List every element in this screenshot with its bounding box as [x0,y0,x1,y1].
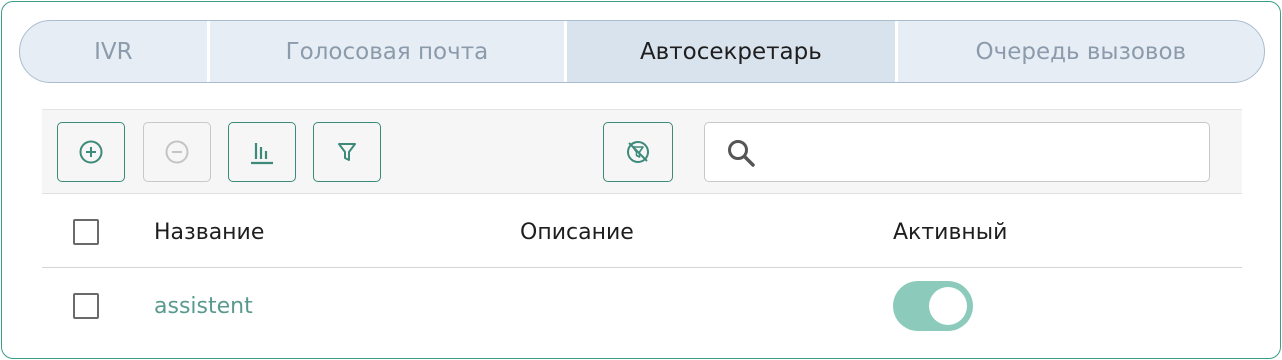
reset-filter-button[interactable] [603,122,673,182]
table-header: Название Описание Активный [42,193,1242,268]
tab-call-queue[interactable]: Очередь вызовов [898,21,1264,82]
toggle-knob [929,287,967,325]
column-header-name[interactable]: Название [154,194,264,267]
add-button[interactable] [57,122,125,182]
table-row: assistent [42,269,1242,344]
select-all-checkbox[interactable] [73,219,99,245]
plus-circle-icon [79,140,103,164]
no-filter-icon [627,141,649,163]
row-name-link[interactable]: assistent [154,269,253,344]
minus-circle-icon [165,140,189,164]
remove-button[interactable] [143,122,211,182]
tab-bar: IVR Голосовая почта Автосекретарь Очеред… [19,20,1265,83]
search-icon [728,140,755,167]
search-input[interactable] [769,131,1193,175]
columns-button[interactable] [228,122,296,182]
column-header-description[interactable]: Описание [520,194,634,267]
filter-button[interactable] [313,122,381,182]
tab-ivr[interactable]: IVR [20,21,210,82]
row-checkbox[interactable] [73,293,99,319]
active-toggle[interactable] [893,281,973,331]
columns-icon [251,143,273,165]
search-box[interactable] [704,122,1210,182]
toolbar [42,110,1242,193]
filter-icon [338,143,356,161]
app-frame: IVR Голосовая почта Автосекретарь Очеред… [1,1,1281,359]
column-header-active[interactable]: Активный [893,194,1007,267]
tab-auto-attendant[interactable]: Автосекретарь [567,21,898,82]
tab-voicemail[interactable]: Голосовая почта [210,21,568,82]
